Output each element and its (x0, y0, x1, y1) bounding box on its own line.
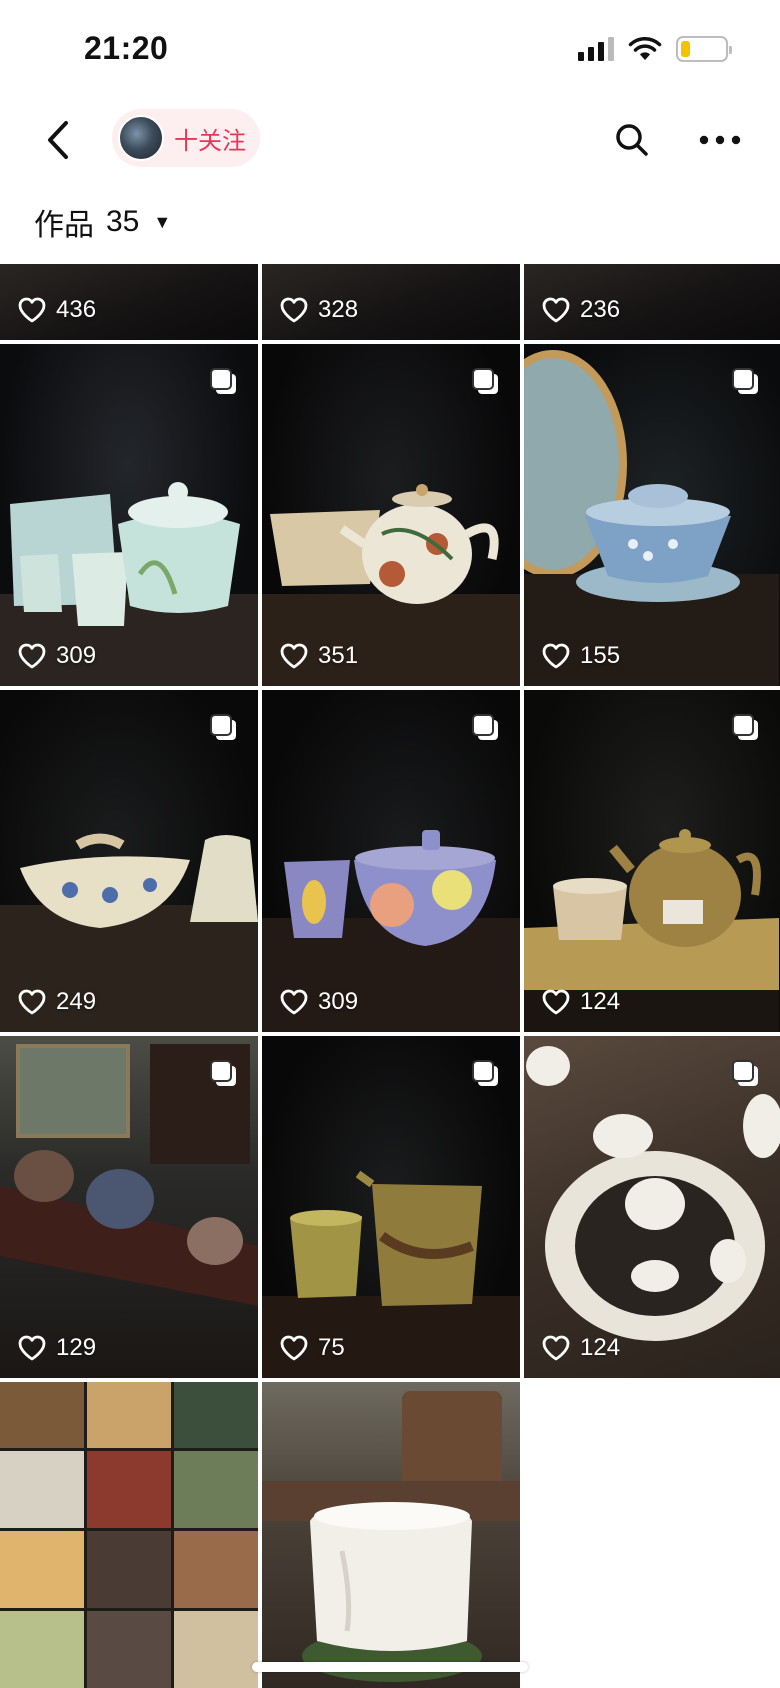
more-dots-icon (699, 135, 741, 145)
like-count: 249 (18, 988, 96, 1016)
post-tile[interactable]: 75 (262, 1036, 520, 1378)
post-tile[interactable]: 124 (524, 1036, 780, 1378)
like-count: 351 (280, 642, 358, 670)
like-count-label: 236 (580, 296, 621, 323)
status-icons (578, 36, 732, 62)
multi-image-icon (730, 712, 762, 744)
works-filter[interactable]: 作品 35 ▼ (34, 198, 171, 246)
post-tile[interactable]: 309 (0, 344, 258, 686)
post-tile[interactable]: 155 (524, 344, 780, 686)
like-count: 236 (542, 296, 620, 324)
signal-icon (578, 37, 614, 61)
heart-icon (280, 1335, 308, 1361)
post-tile[interactable]: 129 (0, 1036, 258, 1378)
like-count: 124 (542, 988, 620, 1016)
post-tile[interactable] (0, 1382, 258, 1688)
follow-label: 十关注 (174, 127, 246, 155)
post-thumbnail (262, 1391, 520, 1682)
post-tile[interactable]: 309 (262, 690, 520, 1032)
post-tile[interactable]: 436 (0, 264, 258, 340)
like-count-label: 155 (580, 642, 621, 669)
works-count: 35 (106, 205, 140, 238)
post-tile[interactable]: 328 (262, 264, 520, 340)
multi-image-icon (730, 1058, 762, 1090)
chevron-left-icon (48, 121, 68, 159)
heart-icon (280, 989, 308, 1015)
like-count-label: 328 (318, 296, 359, 323)
heart-icon (18, 297, 46, 323)
status-bar: 21:20 (0, 0, 780, 100)
works-title: 作品 (34, 209, 94, 242)
like-count: 155 (542, 642, 620, 670)
multi-image-icon (470, 366, 502, 398)
heart-icon (18, 989, 46, 1015)
post-tile[interactable]: 351 (262, 344, 520, 686)
like-count: 309 (280, 988, 358, 1016)
like-count-label: 309 (56, 642, 97, 669)
post-tile[interactable]: 124 (524, 690, 780, 1032)
like-count: 309 (18, 642, 96, 670)
like-count-label: 75 (318, 1334, 345, 1361)
like-count: 124 (542, 1334, 620, 1362)
like-count-label: 124 (580, 1334, 621, 1361)
multi-image-icon (208, 366, 240, 398)
search-icon (616, 124, 648, 156)
home-indicator (252, 1662, 528, 1672)
follow-button[interactable]: 十关注 (112, 109, 260, 167)
post-tile[interactable] (262, 1382, 520, 1688)
like-count-label: 436 (56, 296, 97, 323)
multi-image-icon (208, 1058, 240, 1090)
heart-icon (542, 1335, 570, 1361)
battery-icon (676, 36, 732, 62)
more-button[interactable] (694, 114, 746, 166)
heart-icon (280, 297, 308, 323)
wifi-icon (628, 37, 662, 60)
like-count-label: 249 (56, 988, 97, 1015)
like-count: 328 (280, 296, 358, 324)
heart-icon (542, 989, 570, 1015)
multi-image-icon (470, 1058, 502, 1090)
multi-image-icon (730, 366, 762, 398)
post-thumbnail (0, 1382, 258, 1688)
multi-image-icon (470, 712, 502, 744)
multi-image-icon (208, 712, 240, 744)
like-count-label: 129 (56, 1334, 97, 1361)
caret-down-icon: ▼ (153, 211, 172, 232)
post-tile[interactable]: 236 (524, 264, 780, 340)
avatar[interactable] (118, 115, 164, 161)
heart-icon (18, 1335, 46, 1361)
works-grid: 436 328 236 309 351 155 249 309 124 129 75 124 (0, 264, 780, 1688)
heart-icon (542, 297, 570, 323)
top-nav: 十关注 (0, 100, 780, 180)
heart-icon (280, 643, 308, 669)
like-count-label: 309 (318, 988, 359, 1015)
like-count: 75 (280, 1334, 345, 1362)
search-button[interactable] (606, 114, 658, 166)
status-time: 21:20 (84, 30, 169, 66)
heart-icon (18, 643, 46, 669)
post-tile[interactable]: 249 (0, 690, 258, 1032)
heart-icon (542, 643, 570, 669)
like-count: 436 (18, 296, 96, 324)
like-count-label: 351 (318, 642, 359, 669)
like-count: 129 (18, 1334, 96, 1362)
like-count-label: 124 (580, 988, 621, 1015)
back-button[interactable] (32, 114, 84, 166)
